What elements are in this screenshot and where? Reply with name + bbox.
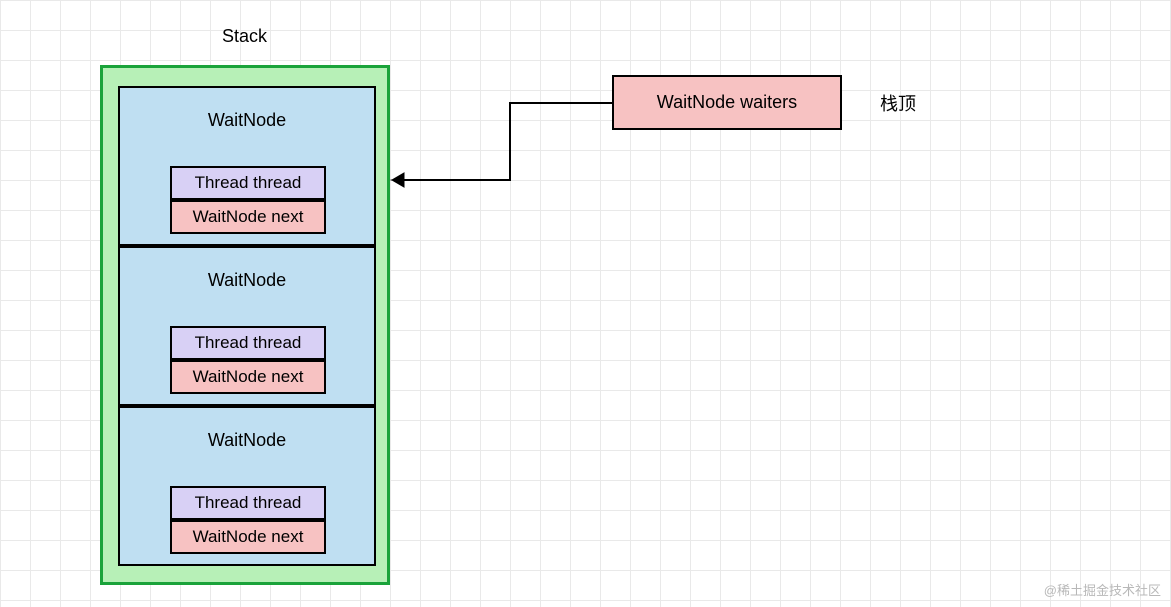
stack-top-label: 栈顶 <box>880 90 916 116</box>
waitnode-3: WaitNode Thread thread WaitNode next <box>118 406 376 566</box>
waitnode-2: WaitNode Thread thread WaitNode next <box>118 246 376 406</box>
stack-title: Stack <box>222 26 267 47</box>
waitnode-2-next-field: WaitNode next <box>170 360 326 394</box>
waitnode-1-label: WaitNode <box>120 110 374 131</box>
waiters-box: WaitNode waiters <box>612 75 842 130</box>
waitnode-1-next-field: WaitNode next <box>170 200 326 234</box>
waitnode-3-label: WaitNode <box>120 430 374 451</box>
waitnode-1-thread-field: Thread thread <box>170 166 326 200</box>
waitnode-3-next-field: WaitNode next <box>170 520 326 554</box>
waitnode-1: WaitNode Thread thread WaitNode next <box>118 86 376 246</box>
arrow-waiters-to-stack <box>390 100 612 190</box>
waitnode-3-thread-field: Thread thread <box>170 486 326 520</box>
waitnode-2-thread-field: Thread thread <box>170 326 326 360</box>
stack-container: WaitNode Thread thread WaitNode next Wai… <box>100 65 390 585</box>
waitnode-2-label: WaitNode <box>120 270 374 291</box>
watermark: @稀土掘金技术社区 <box>1044 580 1161 599</box>
